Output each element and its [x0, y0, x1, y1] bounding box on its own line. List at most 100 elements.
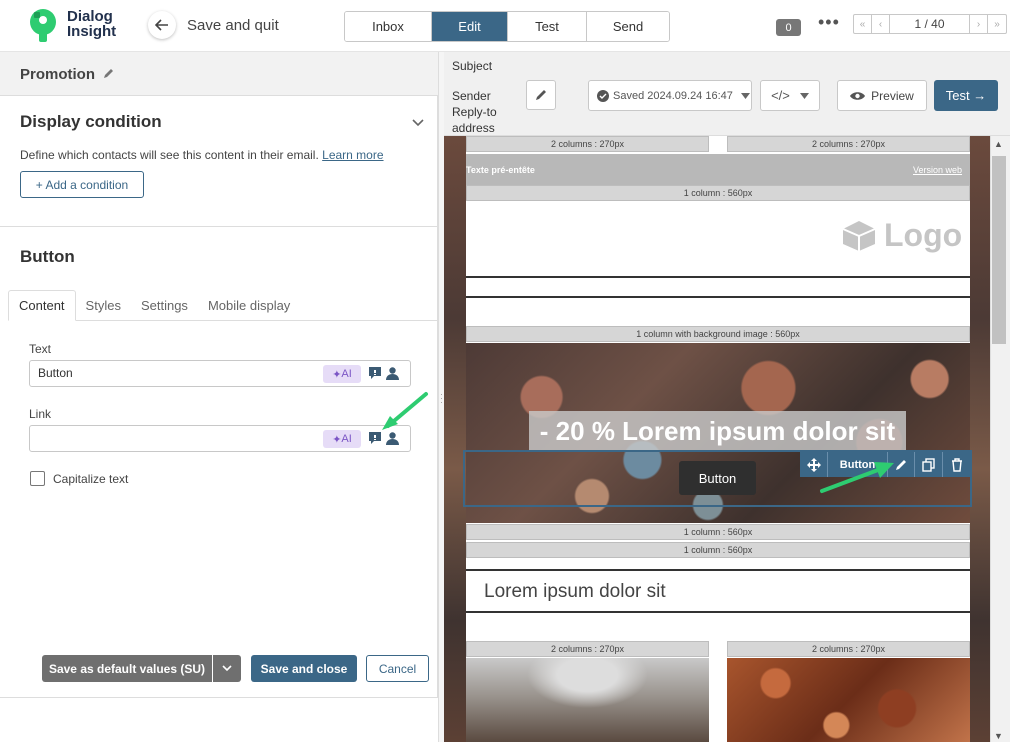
text-input[interactable]: [38, 366, 318, 380]
divider-line: [466, 611, 970, 613]
chevron-down-icon: [740, 92, 750, 99]
tab-inbox[interactable]: Inbox: [345, 12, 432, 41]
code-view-dropdown[interactable]: </>: [760, 80, 820, 111]
display-condition-title: Display condition: [20, 112, 162, 131]
condition-description-text: Define which contacts will see this cont…: [20, 148, 319, 162]
column-label[interactable]: 1 column : 560px: [466, 185, 970, 201]
promotion-label: Promotion: [20, 66, 95, 83]
add-condition-button[interactable]: + Add a condition: [20, 171, 144, 198]
prev-page-button[interactable]: ‹: [872, 15, 890, 33]
ai-button[interactable]: ✦ AI: [323, 430, 361, 448]
link-input[interactable]: [38, 431, 318, 445]
column-label[interactable]: 1 column with background image : 560px: [466, 326, 970, 342]
button-section-title: Button: [20, 247, 75, 266]
autumn-leaves-image[interactable]: [727, 658, 970, 742]
tab-send[interactable]: Send: [587, 12, 669, 41]
capitalize-label: Capitalize text: [53, 472, 129, 486]
preheader-block[interactable]: [466, 154, 970, 186]
scrollbar-thumb[interactable]: [992, 156, 1006, 344]
tab-edit[interactable]: Edit: [432, 12, 508, 41]
text-field[interactable]: ✦AI: [29, 360, 411, 387]
tab-mobile-display[interactable]: Mobile display: [198, 290, 300, 321]
save-default-dropdown-button[interactable]: [213, 655, 241, 682]
column-label[interactable]: 1 column : 560px: [466, 524, 970, 540]
tree-image[interactable]: [466, 658, 709, 742]
email-logo[interactable]: Logo: [842, 217, 962, 254]
divider: [0, 226, 438, 227]
ai-button[interactable]: ✦ AI: [323, 365, 361, 383]
section-heading[interactable]: Lorem ipsum dolor sit: [484, 581, 666, 603]
main-nav-tabs: Inbox Edit Test Send: [344, 11, 670, 42]
saved-label: Saved 2024.09.24 16:47: [613, 89, 733, 102]
count-badge: 0: [776, 19, 801, 36]
more-options-icon[interactable]: •••: [818, 12, 840, 33]
ai-label: AI: [341, 433, 352, 445]
edit-header-button[interactable]: [526, 80, 556, 110]
sender-label: Sender Reply-to address: [452, 89, 497, 135]
chevron-down-icon: [222, 665, 232, 672]
first-page-button[interactable]: «: [854, 15, 872, 33]
code-icon: </>: [771, 88, 790, 103]
column-label[interactable]: 1 column : 560px: [466, 542, 970, 558]
column-label[interactable]: 2 columns : 270px: [727, 136, 970, 152]
save-default-values-button[interactable]: Save as default values (SU): [42, 655, 212, 682]
tab-styles[interactable]: Styles: [76, 290, 131, 321]
saved-version-dropdown[interactable]: Saved 2024.09.24 16:47: [588, 80, 752, 111]
cancel-button[interactable]: Cancel: [366, 655, 429, 682]
ai-label: AI: [341, 368, 352, 380]
link-field-label: Link: [29, 407, 52, 421]
column-label[interactable]: 2 columns : 270px: [727, 641, 970, 657]
divider-line: [466, 296, 970, 298]
divider-line: [466, 276, 970, 278]
pager-label: 1 / 40: [890, 15, 970, 33]
logo-line-1: Dialog: [67, 8, 113, 25]
promotion-title: Promotion: [20, 66, 115, 83]
column-label[interactable]: 2 columns : 270px: [466, 641, 709, 657]
pencil-icon[interactable]: [102, 67, 115, 80]
chevron-down-icon: [799, 92, 809, 99]
scroll-up-icon[interactable]: ▲: [994, 139, 1003, 149]
annotation-arrow-icon: [382, 392, 428, 430]
test-button[interactable]: Test →: [934, 80, 998, 111]
divider-line: [466, 569, 970, 571]
button-settings-tabs: Content Styles Settings Mobile display: [8, 290, 438, 321]
learn-more-link[interactable]: Learn more: [322, 148, 383, 162]
arrow-left-icon: [155, 19, 168, 31]
capitalize-checkbox[interactable]: [30, 471, 45, 486]
tab-test[interactable]: Test: [508, 12, 587, 41]
preview-label: Preview: [871, 88, 914, 103]
condition-description: Define which contacts will see this cont…: [20, 148, 384, 162]
hero-title[interactable]: - 20 % Lorem ipsum dolor sit: [529, 411, 906, 451]
duplicate-icon[interactable]: [915, 452, 943, 477]
cube-icon: [842, 220, 876, 251]
sparkle-icon: ✦: [332, 433, 342, 446]
link-field[interactable]: ✦ AI: [29, 425, 411, 452]
contact-field-icon[interactable]: [385, 366, 400, 381]
next-page-button[interactable]: ›: [970, 15, 988, 33]
email-button[interactable]: Button: [679, 461, 756, 495]
drag-handle-icon[interactable]: · · ·: [440, 390, 443, 407]
scroll-down-icon[interactable]: ▼: [994, 731, 1003, 741]
tab-settings[interactable]: Settings: [131, 290, 198, 321]
pager: « ‹ 1 / 40 › »: [853, 14, 1007, 34]
eye-icon: [850, 91, 866, 100]
pencil-icon: [536, 90, 546, 100]
back-arrow-button[interactable]: [148, 11, 176, 39]
annotation-arrow-icon: [820, 462, 894, 493]
footer-bar: [0, 697, 438, 742]
text-field-label: Text: [29, 342, 52, 356]
version-web-link[interactable]: Version web: [913, 165, 962, 175]
tab-content[interactable]: Content: [8, 290, 76, 321]
chevron-down-icon[interactable]: [412, 114, 424, 130]
trash-icon[interactable]: [943, 452, 970, 477]
last-page-button[interactable]: »: [988, 15, 1006, 33]
left-panel: Promotion Display condition Define which…: [0, 52, 438, 742]
personalize-comment-icon[interactable]: [368, 366, 382, 380]
preheader-text: Texte pré-entête: [466, 165, 535, 175]
subject-label: Subject: [452, 59, 493, 73]
save-and-quit-link[interactable]: Save and quit: [187, 17, 279, 34]
preview-button[interactable]: Preview: [837, 80, 927, 111]
column-label[interactable]: 2 columns : 270px: [466, 136, 709, 152]
save-and-close-button[interactable]: Save and close: [251, 655, 357, 682]
logo-line-2: Insight: [67, 23, 117, 40]
